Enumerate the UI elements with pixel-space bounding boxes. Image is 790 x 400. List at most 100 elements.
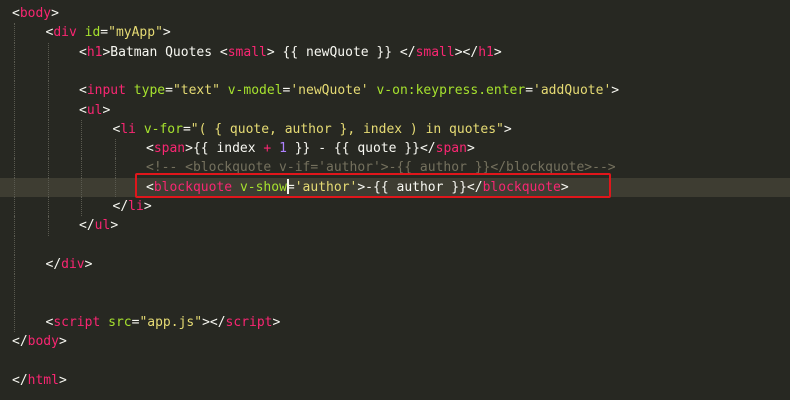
- code-text: <blockquote v-show='author'>-{{ author }…: [146, 178, 569, 197]
- indent-guide: [114, 177, 116, 197]
- indent-guide: [81, 197, 82, 217]
- code-token: v-show: [239, 179, 287, 195]
- code-token: src: [108, 314, 132, 330]
- code-token: ul: [86, 102, 103, 118]
- code-token: h1: [478, 44, 494, 60]
- code-line[interactable]: </li>: [0, 197, 790, 217]
- code-token: </: [45, 256, 62, 272]
- code-token: v-for: [143, 121, 183, 137]
- code-token: blockquote: [482, 179, 561, 195]
- code-text: <input type="text" v-model='newQuote' v-…: [79, 81, 619, 100]
- code-line[interactable]: </html>: [0, 371, 790, 390]
- code-line[interactable]: <span>{{ index + 1 }} - {{ quote }}</spa…: [0, 139, 790, 159]
- code-token: >: [143, 199, 152, 214]
- code-token: =: [286, 179, 295, 195]
- code-line[interactable]: </div>: [0, 254, 790, 275]
- code-text: <!-- <blockquote v-if='author'>-{{ autho…: [146, 158, 616, 177]
- code-token: "( { quote, author }, index ) in quotes": [190, 121, 504, 137]
- code-token: </: [112, 199, 129, 214]
- indent-guide: [14, 235, 15, 255]
- code-token: =: [182, 121, 191, 137]
- code-token: ul: [94, 218, 111, 234]
- code-token: ></: [454, 44, 479, 60]
- code-text: <body>: [12, 4, 59, 23]
- code-text: </div>: [46, 255, 93, 274]
- code-token: v-model: [227, 83, 283, 99]
- code-token: >: [611, 83, 620, 99]
- indent-guide: [47, 100, 49, 120]
- code-line[interactable]: <script src="app.js"></script>: [0, 312, 790, 333]
- indent-guide: [47, 119, 49, 140]
- code-token: <: [79, 102, 87, 118]
- indent-guide: [114, 158, 116, 178]
- code-token: "app.js": [139, 314, 203, 330]
- code-token: }} - {{ quote }}</: [286, 141, 436, 157]
- code-line[interactable]: [0, 351, 790, 370]
- code-token: >: [58, 372, 67, 388]
- code-token: </: [12, 372, 28, 388]
- code-token: </: [12, 334, 28, 350]
- code-token: ></: [202, 314, 226, 330]
- code-token: <: [146, 141, 154, 157]
- indent-guide: [47, 81, 49, 101]
- code-token: >: [84, 256, 93, 272]
- code-token: script: [53, 314, 101, 330]
- code-line[interactable]: <h1>Batman Quotes <small> {{ newQuote }}…: [0, 42, 790, 62]
- code-line[interactable]: </body>: [0, 332, 790, 351]
- code-token: 1: [279, 141, 287, 157]
- code-token: id: [84, 25, 101, 41]
- code-line[interactable]: <li v-for="( { quote, author }, index ) …: [0, 119, 790, 140]
- indent-guide: [14, 293, 15, 313]
- code-line[interactable]: <!-- <blockquote v-if='author'>-{{ autho…: [0, 158, 790, 178]
- indent-guide: [14, 216, 15, 236]
- code-line[interactable]: </ul>: [0, 216, 790, 236]
- code-token: <: [79, 44, 87, 60]
- code-token: blockquote: [153, 179, 233, 195]
- indent-guide: [81, 177, 82, 197]
- code-token: type: [133, 83, 166, 99]
- indent-guide: [47, 216, 49, 236]
- code-text: <span>{{ index + 1 }} - {{ quote }}</spa…: [146, 139, 475, 158]
- code-line[interactable]: [0, 274, 790, 294]
- code-token: span: [435, 141, 467, 157]
- indent-guide: [14, 197, 15, 217]
- indent-guide: [14, 61, 15, 82]
- code-text: <script src="app.js"></script>: [46, 313, 281, 332]
- code-line[interactable]: [0, 235, 790, 255]
- code-token: small: [415, 44, 455, 60]
- code-text: <h1>Batman Quotes <small> {{ newQuote }}…: [79, 43, 502, 62]
- code-line[interactable]: <body>: [0, 4, 790, 23]
- indent-guide: [14, 312, 15, 333]
- code-token: input: [86, 83, 126, 99]
- code-line[interactable]: <input type="text" v-model='newQuote' v-…: [0, 81, 790, 101]
- code-text: </ul>: [79, 216, 118, 235]
- indent-guide: [47, 61, 49, 82]
- code-token: span: [153, 141, 186, 157]
- code-line[interactable]: [0, 293, 790, 313]
- code-token: > {{ newQuote }} </: [266, 44, 416, 60]
- code-editor[interactable]: <body> <div id="myApp"> <h1>Batman Quotes …: [0, 0, 790, 400]
- indent-guide: [14, 119, 15, 140]
- code-token: div: [61, 256, 85, 272]
- indent-guide: [81, 158, 82, 178]
- indent-guide: [14, 81, 15, 101]
- code-line[interactable]: <ul>: [0, 100, 790, 120]
- code-token: <: [146, 179, 154, 195]
- code-line[interactable]: <div id="myApp">: [0, 23, 790, 43]
- code-token: >: [466, 141, 475, 157]
- code-line-active[interactable]: <blockquote v-show='author'>-{{ author }…: [0, 177, 790, 197]
- code-line[interactable]: [0, 61, 790, 82]
- code-text: </html>: [12, 371, 67, 390]
- indent-guide: [14, 100, 15, 120]
- code-token: >: [560, 179, 569, 195]
- code-text: </body>: [12, 332, 67, 351]
- code-token: >: [162, 25, 171, 41]
- indent-guide: [114, 139, 116, 159]
- code-token: "text": [172, 83, 220, 99]
